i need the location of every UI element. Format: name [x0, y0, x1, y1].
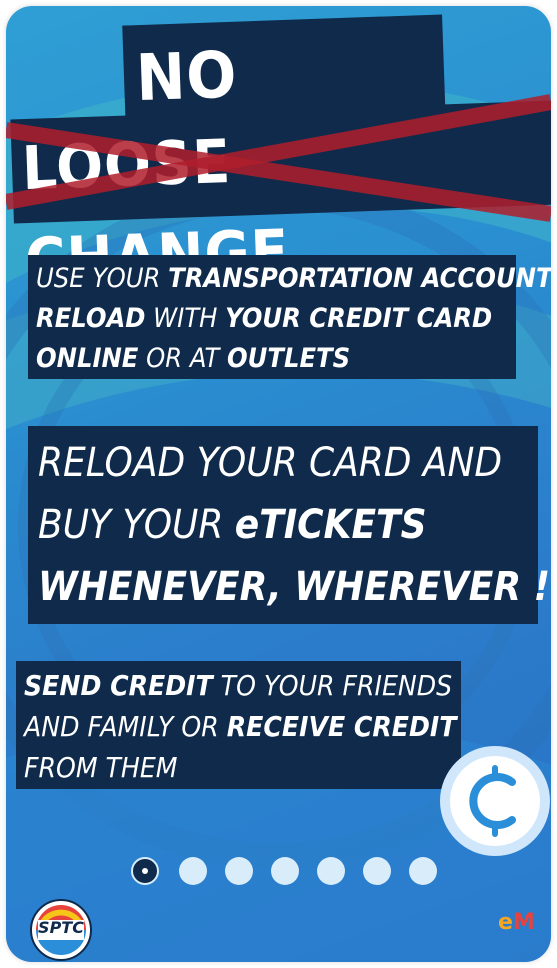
onboarding-card: NO MORE LOOSE CHANGE USE YOUR TRANSPORTA…	[6, 6, 551, 962]
pagination-dots	[131, 857, 441, 891]
pagination-dot-7[interactable]	[409, 857, 437, 885]
pagination-dot-1[interactable]	[131, 857, 159, 885]
em-brand-logo: eM	[498, 910, 535, 935]
pagination-dot-5[interactable]	[317, 857, 345, 885]
sptc-logo: SPTC	[30, 899, 92, 961]
info-block-transport-account: USE YOUR TRANSPORTATION ACCOUNT RELOAD W…	[28, 255, 551, 379]
strike-through-mark	[6, 94, 551, 222]
pagination-dot-3[interactable]	[225, 857, 253, 885]
info-block-reload: RELOAD YOUR CARD AND BUY YOUR eTICKETS W…	[28, 426, 550, 624]
pagination-dot-6[interactable]	[363, 857, 391, 885]
pagination-dot-2[interactable]	[179, 857, 207, 885]
pagination-dot-4[interactable]	[271, 857, 299, 885]
info-block-send-credit: SEND CREDIT TO YOUR FRIENDS AND FAMILY O…	[16, 661, 461, 789]
credit-coin-icon	[440, 746, 550, 856]
